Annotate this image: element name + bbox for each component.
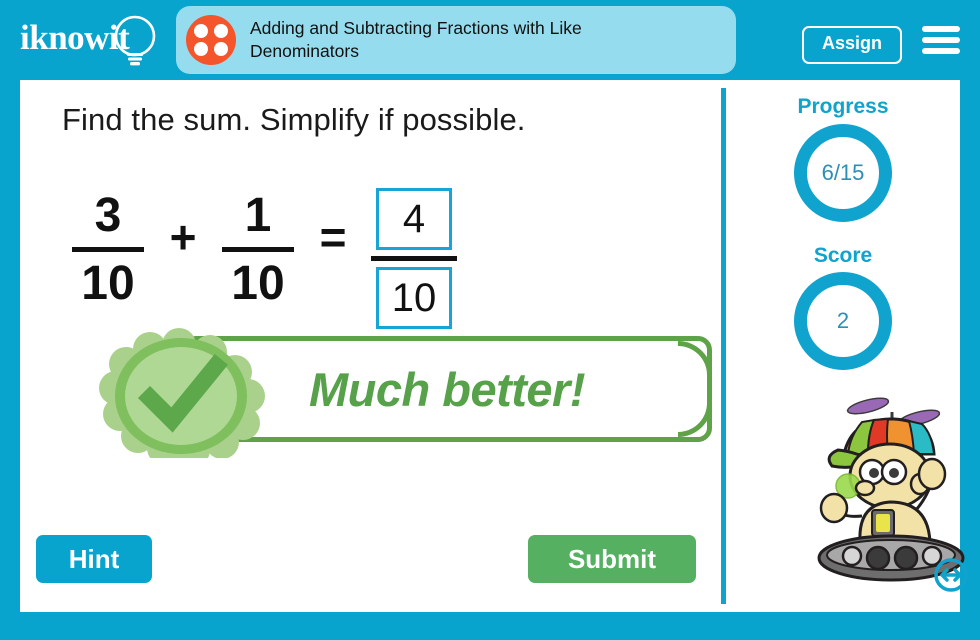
question-prompt: Find the sum. Simplify if possible.: [62, 102, 526, 137]
app-header: iknowit Adding and Subtracting Fractions…: [0, 0, 980, 80]
second-fraction-numerator: 1: [244, 189, 272, 242]
lesson-title: Adding and Subtracting Fractions with Li…: [250, 17, 582, 61]
feedback-banner: Much better!: [88, 328, 712, 458]
second-fraction: 1 10: [212, 188, 304, 311]
plus-operator: +: [169, 211, 197, 263]
lightbulb-icon: [114, 15, 156, 66]
fraction-bar: [371, 256, 457, 261]
progress-ring: 6/15: [794, 124, 892, 222]
iknowit-logo[interactable]: iknowit: [20, 12, 165, 70]
feedback-message: Much better!: [309, 362, 586, 416]
equals-operator: =: [319, 211, 347, 263]
fraction-bar: [222, 247, 294, 253]
first-fraction-numerator: 3: [94, 189, 122, 242]
first-fraction: 3 10: [62, 188, 154, 311]
propeller-hat-robot-mascot: [817, 397, 965, 582]
green-check-badge-icon: [99, 328, 265, 458]
answer-denominator-input[interactable]: [376, 267, 452, 329]
hamburger-menu-icon[interactable]: [922, 26, 960, 56]
progress-label: Progress: [797, 95, 889, 118]
lesson-title-pill: Adding and Subtracting Fractions with Li…: [176, 6, 736, 74]
four-dots-circle-icon: [186, 15, 236, 65]
first-fraction-denominator: 10: [81, 257, 135, 311]
progress-sidebar: Progress 6/15 Score 2: [726, 80, 968, 612]
lesson-card: Find the sum. Simplify if possible. 3 10…: [20, 80, 968, 612]
submit-button[interactable]: Submit: [528, 535, 696, 583]
score-ring: 2: [794, 272, 892, 370]
horizontal-resize-icon[interactable]: [934, 558, 968, 592]
second-fraction-denominator: 10: [231, 257, 285, 311]
score-label: Score: [813, 244, 873, 267]
app-root: iknowit Adding and Subtracting Fractions…: [0, 0, 980, 640]
answer-fraction: [362, 188, 466, 329]
assign-button[interactable]: Assign: [801, 26, 902, 64]
fraction-bar: [72, 247, 144, 253]
hint-button[interactable]: Hint: [36, 535, 152, 583]
progress-value: 6/15: [821, 160, 865, 185]
score-value: 2: [836, 308, 850, 333]
answer-numerator-input[interactable]: [376, 188, 452, 250]
